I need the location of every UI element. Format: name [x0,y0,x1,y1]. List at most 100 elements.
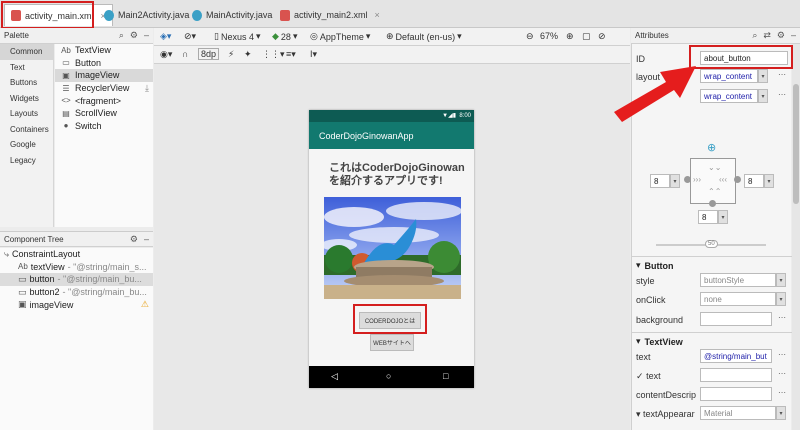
chevron-down-icon[interactable]: ▾ [764,174,774,188]
more-icon[interactable]: ⋯ [778,350,786,359]
locale-selector[interactable]: ⊕ Default (en-us) ▾ [386,31,462,42]
minimize-icon[interactable]: – [144,30,149,41]
magnet-icon[interactable]: ∩ [182,49,188,59]
palette-item-recyclerview[interactable]: ☰ RecyclerView ⤓ [55,82,153,95]
guidelines-icon[interactable]: I▾ [310,49,317,60]
palette-category-buttons[interactable]: Buttons [0,75,53,91]
more-icon[interactable]: ⋯ [778,388,786,397]
warning-panel-icon[interactable]: ⊘ [598,31,606,42]
layout-height-select[interactable]: wrap_content [700,89,758,103]
warning-icon[interactable]: ⚠ [141,299,149,310]
gear-icon[interactable]: ⚙ [130,234,138,245]
constraint-handle-right[interactable] [734,176,741,183]
gear-icon[interactable]: ⚙ [777,30,785,41]
bias-value[interactable]: 50 [705,240,718,248]
chevron-down-icon[interactable]: ▾ [758,89,768,103]
download-icon[interactable]: ⤓ [145,83,149,94]
chevron-down-icon[interactable]: ▾ [758,69,768,83]
theme-selector[interactable]: ◎ AppTheme ▾ [310,31,370,42]
infer-constraints-icon[interactable]: ✦ [244,49,252,60]
website-button[interactable]: WEBサイトへ [370,334,414,351]
palette-item-switch[interactable]: ● Switch [55,120,153,133]
scrollbar-thumb[interactable] [793,84,799,204]
text-appearance-select[interactable]: Material [700,406,776,420]
text-input[interactable]: @string/main_but [700,349,772,363]
palette-category-common[interactable]: Common [0,44,53,60]
content-description-input[interactable] [700,387,772,401]
default-margin-selector[interactable]: 8dp [198,48,220,60]
swap-icon[interactable]: ⇄ [763,30,771,41]
chevron-down-icon[interactable]: ▾ [718,210,728,224]
search-icon[interactable]: ⌕ [119,30,124,41]
more-icon[interactable]: ⋯ [778,90,786,99]
minimize-icon[interactable]: – [791,30,796,41]
constraint-handle-left[interactable] [684,176,691,183]
constraint-handle-bottom[interactable] [709,200,716,207]
margin-left-input[interactable]: 8 [650,174,670,188]
clear-constraints-icon[interactable]: ⚡ [228,49,234,60]
zoom-out-icon[interactable]: ⊖ [526,31,534,42]
palette-item-button[interactable]: ▭ Button [55,57,153,70]
chevron-down-icon[interactable]: ▾ [776,406,786,420]
minimize-icon[interactable]: – [144,234,149,245]
orientation-icon[interactable]: ⊘▾ [184,31,196,42]
constraint-chevrons-bottom: ⌃⌃ [708,187,722,196]
chevron-down-icon[interactable]: ▾ [670,174,680,188]
search-icon[interactable]: ⌕ [752,30,757,41]
style-select[interactable]: buttonStyle [700,273,776,287]
palette-item-imageview[interactable]: ▣ ImageView [55,69,153,82]
button-section-header[interactable]: ▾ Button [636,260,674,271]
chevron-down-icon[interactable]: ▾ [776,292,786,306]
tree-node-constraintlayout[interactable]: ⤷ ConstraintLayout [0,248,153,261]
palette-category-layouts[interactable]: Layouts [0,106,53,122]
pack-icon[interactable]: ⋮⋮▾ [262,49,285,60]
tree-node-label: button2 [29,287,60,298]
palette-title: Palette [4,31,29,40]
collapse-icon: ▾ [636,260,641,270]
palette-category-google[interactable]: Google [0,137,53,153]
tree-node-textview[interactable]: Ab textView - "@string/main_s... [0,261,153,274]
home-icon[interactable]: ○ [386,371,391,381]
tree-node-label: button [29,274,55,285]
add-constraint-icon[interactable]: ⊕ [707,141,716,154]
headline-textview[interactable]: これはCoderDojoGinowan を紹介するアプリです! [329,162,469,188]
tab-activity-main2-xml[interactable]: activity_main2.xml × [274,4,386,26]
layout-width-select[interactable]: wrap_content [700,69,758,83]
margin-bottom-input[interactable]: 8 [698,210,718,224]
fit-screen-icon[interactable]: ▢ [582,31,591,42]
whale-fountain-imageview[interactable] [324,197,461,299]
palette-category-widgets[interactable]: Widgets [0,91,53,107]
tree-node-button2[interactable]: ▭ button2- "@string/main_bu... [0,286,153,299]
palette-item-fragment[interactable]: <> <fragment> [55,94,153,107]
palette-item-scrollview[interactable]: ▤ ScrollView [55,107,153,120]
close-icon[interactable]: × [375,10,380,20]
palette-category-text[interactable]: Text [0,60,53,76]
chevron-down-icon[interactable]: ▾ [776,273,786,287]
tree-node-button[interactable]: ▭ button - "@string/main_bu... [0,273,153,286]
tree-node-imageview[interactable]: ▣ imageView ⚠ [0,298,153,311]
wifi-signal-icon: ▼◢▮ [442,113,456,119]
design-surface-icon[interactable]: ◈▾ [160,31,171,42]
device-selector[interactable]: ▯ Nexus 4 ▾ [214,31,261,42]
api-selector[interactable]: ◆ 28 ▾ [272,31,297,42]
more-icon[interactable]: ⋯ [778,70,786,79]
palette-item-textview[interactable]: Ab TextView [55,44,153,57]
gear-icon[interactable]: ⚙ [130,30,138,41]
tools-text-input[interactable] [700,368,772,382]
eye-icon[interactable]: ◉▾ [160,49,172,60]
recents-icon[interactable]: □ [443,371,448,381]
zoom-in-icon[interactable]: ⊕ [566,31,574,42]
more-icon[interactable]: ⋯ [778,313,786,322]
margin-right-input[interactable]: 8 [744,174,764,188]
background-input[interactable] [700,312,772,326]
palette-category-containers[interactable]: Containers [0,122,53,138]
back-icon[interactable]: ◁ [331,371,338,382]
align-icon[interactable]: ≡▾ [286,49,296,60]
more-icon[interactable]: ⋯ [778,369,786,378]
onclick-select[interactable]: none [700,292,776,306]
headline-line-1: これはCoderDojoGinowan [329,162,465,174]
textview-section-header[interactable]: ▾ TextView [636,336,683,347]
palette-category-legacy[interactable]: Legacy [0,153,53,169]
text-appearance-label[interactable]: ▾ textAppearar [636,409,695,420]
attributes-scrollbar[interactable] [792,44,800,430]
